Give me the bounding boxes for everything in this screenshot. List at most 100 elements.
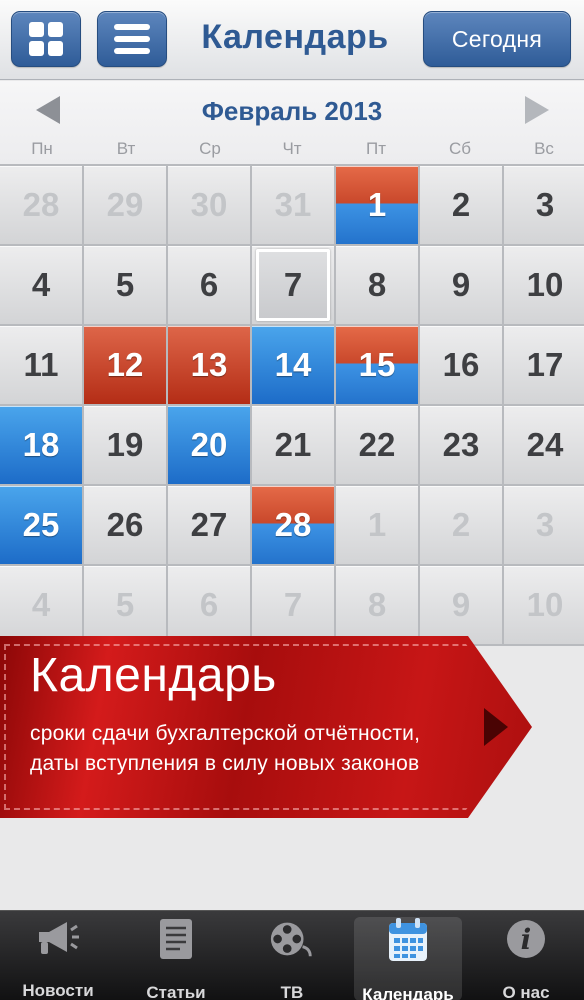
today-highlight: 7	[256, 249, 330, 321]
tab-label: Календарь	[362, 985, 454, 1000]
month-title: Февраль 2013	[201, 96, 383, 126]
day-number: 17	[526, 346, 564, 383]
day-number: 7	[283, 586, 303, 623]
calendar-day-today[interactable]: 7	[252, 246, 334, 324]
next-month-arrow-icon[interactable]	[525, 96, 549, 124]
calendar-day[interactable]: 17	[504, 326, 584, 404]
calendar-day[interactable]: 13	[168, 326, 250, 404]
day-number: 5	[115, 266, 135, 303]
day-number: 3	[535, 506, 555, 543]
tab-tv[interactable]: ТВ	[238, 917, 346, 1000]
day-number: 26	[106, 506, 144, 543]
day-number: 28	[274, 506, 312, 543]
calendar-day[interactable]: 10	[504, 246, 584, 324]
day-number: 27	[190, 506, 228, 543]
day-number: 13	[190, 346, 228, 383]
day-number: 10	[526, 586, 564, 623]
calendar-day[interactable]: 7	[252, 566, 334, 644]
calendar-day[interactable]: 30	[168, 166, 250, 244]
calendar-day[interactable]: 19	[84, 406, 166, 484]
calendar-day[interactable]: 25	[0, 486, 82, 564]
day-number: 6	[199, 266, 219, 303]
calendar-day[interactable]: 8	[336, 246, 418, 324]
day-number: 22	[358, 426, 396, 463]
day-number: 2	[451, 186, 471, 223]
calendar-day[interactable]: 29	[84, 166, 166, 244]
calendar-day[interactable]: 8	[336, 566, 418, 644]
calendar-day[interactable]: 27	[168, 486, 250, 564]
banner-line-2: даты вступления в силу новых законов	[30, 752, 420, 775]
day-number: 2	[451, 506, 471, 543]
day-number: 9	[451, 586, 471, 623]
calendar-day[interactable]: 4	[0, 566, 82, 644]
calendar-day[interactable]: 2	[420, 166, 502, 244]
tab-label: ТВ	[280, 983, 304, 1000]
calendar-day[interactable]: 6	[168, 246, 250, 324]
tab-calendar[interactable]: Календарь	[354, 917, 462, 1000]
calendar-day[interactable]: 22	[336, 406, 418, 484]
calendar-day[interactable]: 1	[336, 166, 418, 244]
calendar-day[interactable]: 4	[0, 246, 82, 324]
tab-about[interactable]: i О нас	[472, 917, 580, 1000]
grid-menu-button[interactable]	[11, 11, 81, 67]
day-number: 29	[106, 186, 144, 223]
tab-articles[interactable]: Статьи	[122, 917, 230, 1000]
calendar-day[interactable]: 24	[504, 406, 584, 484]
calendar-day[interactable]: 3	[504, 486, 584, 564]
calendar-day[interactable]: 9	[420, 566, 502, 644]
info-icon: i	[502, 917, 550, 961]
calendar-day[interactable]: 10	[504, 566, 584, 644]
day-number: 4	[31, 266, 51, 303]
calendar-icon	[384, 917, 432, 963]
day-number: 10	[526, 266, 564, 303]
tab-bar: Новости Статьи ТВ Календарь i О нас	[0, 910, 584, 1000]
calendar-day[interactable]: 20	[168, 406, 250, 484]
calendar-day[interactable]: 3	[504, 166, 584, 244]
calendar-day[interactable]: 16	[420, 326, 502, 404]
weekday-label: Чт	[282, 139, 302, 158]
calendar-day[interactable]: 26	[84, 486, 166, 564]
calendar-day[interactable]: 31	[252, 166, 334, 244]
calendar-promo-banner[interactable]: Календарь сроки сдачи бухгалтерской отчё…	[0, 636, 584, 818]
weekday-label: Вт	[116, 139, 136, 158]
day-number: 31	[274, 186, 312, 223]
day-number: 8	[367, 266, 387, 303]
calendar-day[interactable]: 23	[420, 406, 502, 484]
calendar-day[interactable]: 11	[0, 326, 82, 404]
calendar-day[interactable]: 1	[336, 486, 418, 564]
calendar-day[interactable]: 5	[84, 566, 166, 644]
tab-news[interactable]: Новости	[4, 917, 112, 1000]
day-number: 28	[22, 186, 60, 223]
grid-icon	[29, 22, 63, 56]
day-number: 12	[106, 346, 144, 383]
film-reel-icon	[268, 917, 316, 961]
banner-arrow-icon[interactable]	[484, 708, 508, 746]
day-number: 9	[451, 266, 471, 303]
calendar-day[interactable]: 28	[0, 166, 82, 244]
day-number: 20	[190, 426, 228, 463]
previous-month-arrow-icon[interactable]	[36, 96, 60, 124]
calendar-day[interactable]: 9	[420, 246, 502, 324]
weekday-row: Пн Вт Ср Чт Пт Сб Вс	[0, 139, 584, 161]
calendar-day[interactable]: 14	[252, 326, 334, 404]
calendar-day[interactable]: 12	[84, 326, 166, 404]
day-number: 15	[358, 346, 396, 383]
today-button[interactable]: Сегодня	[423, 11, 571, 67]
day-number: 24	[526, 426, 564, 463]
calendar-day[interactable]: 5	[84, 246, 166, 324]
calendar-day[interactable]: 2	[420, 486, 502, 564]
calendar-day[interactable]: 6	[168, 566, 250, 644]
calendar-day[interactable]: 21	[252, 406, 334, 484]
day-number: 14	[274, 346, 312, 383]
day-number: 7	[283, 266, 303, 303]
banner-title: Календарь	[30, 649, 277, 702]
day-number: 18	[22, 426, 60, 463]
calendar-day[interactable]: 18	[0, 406, 82, 484]
day-number: 1	[367, 506, 387, 543]
hamburger-menu-button[interactable]	[97, 11, 167, 67]
day-number: 4	[31, 586, 51, 623]
calendar-day[interactable]: 15	[336, 326, 418, 404]
tab-label: Статьи	[146, 983, 206, 1000]
calendar-grid: 28 29 30 31 1 2 3 4 5 6 7 8 9 10 11 12 13 14 15 16 17 18 19 20 2…	[0, 164, 584, 646]
calendar-day[interactable]: 28	[252, 486, 334, 564]
